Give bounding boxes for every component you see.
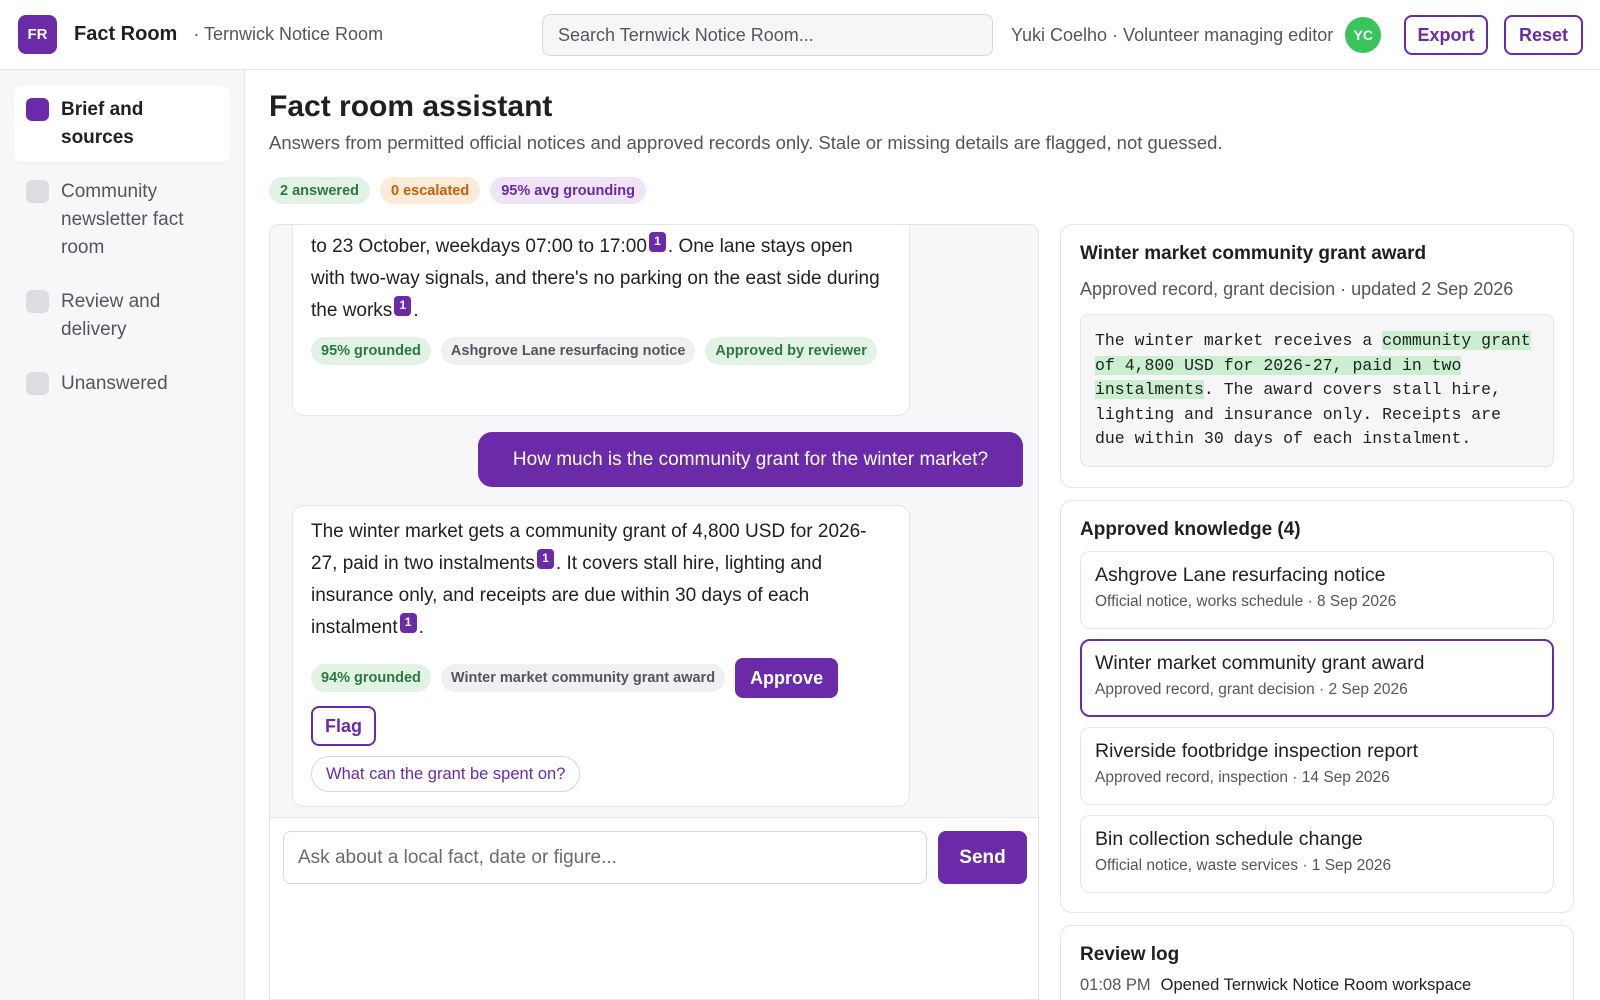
sidebar-item-label: Brief and sources (61, 99, 144, 148)
knowledge-item-name: Riverside footbridge inspection report (1095, 740, 1419, 762)
escalated-badge: 0 escalated (380, 177, 481, 204)
message-text: to 23 October, weekdays 07:00 to 17:00 1.… (311, 231, 880, 321)
knowledge-item-selected[interactable]: Winter market community grant award Appr… (1080, 639, 1554, 717)
app-name: Fact Room (74, 23, 178, 45)
stats-badges: 2 answered 0 escalated 95% avg grounding (269, 177, 646, 204)
user-info: Yuki Coelho · Volunteer managing editor … (1011, 0, 1382, 70)
knowledge-item[interactable]: Bin collection schedule change Official … (1080, 815, 1554, 893)
question-input[interactable] (283, 831, 927, 884)
sidebar: Brief and sources Community newsletter f… (0, 70, 245, 1000)
assistant-message: to 23 October, weekdays 07:00 to 17:00 1.… (292, 225, 910, 416)
approve-button[interactable]: Approve (735, 658, 839, 698)
answered-badge: 2 answered (269, 177, 370, 204)
message-tags: 94% grounded Winter market community gra… (311, 658, 891, 746)
knowledge-item[interactable]: Ashgrove Lane resurfacing notice Officia… (1080, 551, 1554, 629)
sidebar-item-label: Community newsletter fact room (61, 181, 184, 258)
log-entry: 01:08 PM Opened Ternwick Notice Room wor… (1080, 976, 1554, 995)
knowledge-item-meta: Official notice, waste services · 1 Sep … (1095, 857, 1392, 874)
log-text: Opened Ternwick Notice Room workspace (1160, 976, 1472, 994)
top-bar: FR Fact Room · Ternwick Notice Room Yuki… (0, 0, 1600, 70)
knowledge-item-name: Winter market community grant award (1095, 652, 1425, 674)
export-button[interactable]: Export (1404, 15, 1488, 55)
page-title: Fact room assistant (269, 90, 553, 123)
source-chip[interactable]: Ashgrove Lane resurfacing notice (440, 337, 696, 365)
sidebar-item-label: Review and delivery (61, 291, 161, 340)
source-excerpt: The winter market receives a community g… (1080, 314, 1554, 467)
citation-marker[interactable]: 1 (536, 548, 554, 569)
sidebar-item-brief-and-sources[interactable]: Brief and sources (14, 86, 230, 162)
app-logo: FR (18, 15, 57, 54)
knowledge-item-meta: Official notice, works schedule · 8 Sep … (1095, 593, 1397, 610)
citation-marker[interactable]: 1 (648, 231, 666, 252)
approved-knowledge-card: Approved knowledge (4) Ashgrove Lane res… (1060, 500, 1574, 913)
sidebar-item-unanswered[interactable]: Unanswered (14, 360, 230, 408)
grounding-badge: 95% avg grounding (490, 177, 646, 204)
flag-button[interactable]: Flag (311, 706, 377, 746)
checkbox-icon (26, 98, 49, 121)
citation-marker[interactable]: 1 (399, 612, 417, 633)
review-log-card: Review log 01:08 PM Opened Ternwick Noti… (1060, 925, 1574, 1000)
review-log-title: Review log (1080, 944, 1180, 965)
chat-panel: to 23 October, weekdays 07:00 to 17:00 1.… (269, 224, 1039, 1000)
citation-marker[interactable]: 1 (394, 295, 412, 316)
send-button[interactable]: Send (938, 831, 1027, 884)
grounded-badge: 95% grounded (311, 337, 431, 365)
assistant-message: The winter market gets a community grant… (292, 505, 910, 807)
knowledge-item-name: Ashgrove Lane resurfacing notice (1095, 564, 1386, 586)
user-message: How much is the community grant for the … (478, 432, 1023, 487)
source-meta: Approved record, grant decision · update… (1080, 279, 1514, 299)
message-text: The winter market gets a community grant… (311, 521, 867, 638)
avatar[interactable]: YC (1345, 17, 1382, 53)
knowledge-item[interactable]: Riverside footbridge inspection report A… (1080, 727, 1554, 805)
source-detail-card: Winter market community grant award Appr… (1060, 224, 1574, 488)
status-badge: Approved by reviewer (705, 337, 877, 365)
knowledge-item-meta: Approved record, inspection · 14 Sep 202… (1095, 769, 1390, 786)
suggested-question[interactable]: What can the grant be spent on? (311, 756, 581, 792)
knowledge-title: Approved knowledge (4) (1080, 519, 1301, 540)
knowledge-item-name: Bin collection schedule change (1095, 828, 1363, 850)
search-input[interactable] (558, 24, 977, 46)
checkbox-icon (26, 180, 49, 203)
page-subtitle: Answers from permitted official notices … (269, 132, 1223, 153)
message-tags: 95% grounded Ashgrove Lane resurfacing n… (311, 337, 891, 365)
search-box[interactable] (542, 14, 993, 56)
sidebar-item-community-newsletter[interactable]: Community newsletter fact room (14, 168, 230, 272)
workspace-name: · Ternwick Notice Room (193, 24, 384, 44)
user-label: Yuki Coelho · Volunteer managing editor (1011, 24, 1334, 45)
knowledge-item-meta: Approved record, grant decision · 2 Sep … (1095, 681, 1408, 698)
checkbox-icon (26, 290, 49, 313)
source-chip[interactable]: Winter market community grant award (440, 664, 726, 692)
sidebar-item-review-and-delivery[interactable]: Review and delivery (14, 278, 230, 354)
log-time: 01:08 PM (1080, 976, 1151, 994)
checkbox-icon (26, 372, 49, 395)
reset-button[interactable]: Reset (1504, 15, 1583, 55)
sidebar-item-label: Unanswered (61, 373, 168, 394)
grounded-badge: 94% grounded (311, 664, 431, 692)
source-title: Winter market community grant award (1080, 243, 1427, 264)
composer: Send (270, 817, 1038, 999)
